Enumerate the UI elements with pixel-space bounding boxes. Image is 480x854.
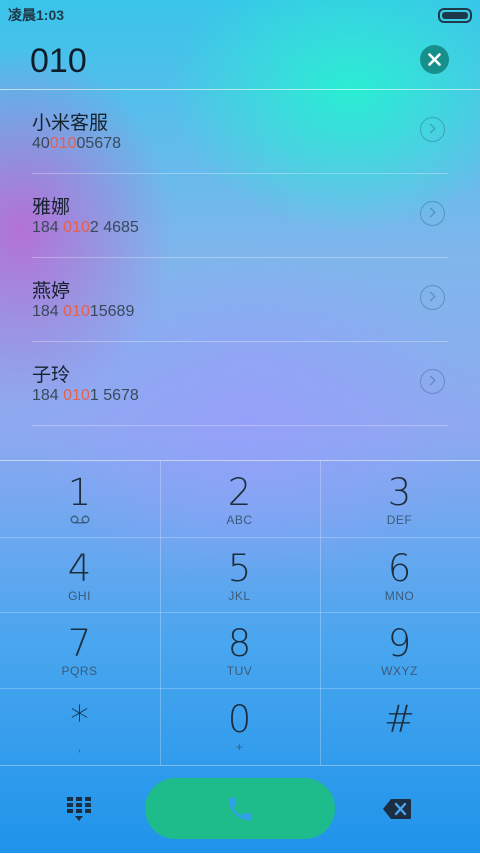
chevron-right-icon[interactable] [420, 369, 445, 394]
key-3[interactable]: 3 DEF [320, 461, 479, 536]
contact-name: 小米客服 [32, 113, 109, 134]
dialpad-toggle-button[interactable] [62, 796, 96, 828]
bottom-bar [0, 765, 480, 854]
contact-number: 184 0101 5678 [32, 387, 139, 404]
number-match: 010 [49, 135, 77, 152]
chevron-right-icon[interactable] [420, 201, 445, 226]
contact-name: 子玲 [32, 365, 71, 386]
key-hash[interactable]: # [320, 688, 479, 763]
contact-row[interactable]: 燕婷 184 01015689 [0, 258, 480, 342]
key-6[interactable]: 6 MNO [320, 537, 479, 612]
dial-input-area[interactable]: 010 [0, 28, 480, 88]
search-results: 小米客服 4001005678 雅娜 184 0102 4685 燕婷 184 … [0, 90, 480, 426]
contact-row[interactable]: 子玲 184 0101 5678 [0, 342, 480, 426]
contact-number: 4001005678 [32, 135, 121, 152]
key-7[interactable]: 7 PQRS [0, 612, 159, 687]
key-4[interactable]: 4 GHI [0, 537, 159, 612]
voicemail-icon [70, 515, 89, 524]
status-time: 凌晨1:03 [8, 7, 65, 23]
key-star[interactable]: * , [0, 688, 159, 763]
contact-number: 184 0102 4685 [32, 219, 139, 236]
contact-number: 184 01015689 [32, 303, 135, 320]
key-0[interactable]: 0 + [160, 688, 319, 763]
contact-row[interactable]: 雅娜 184 0102 4685 [0, 174, 480, 258]
key-8[interactable]: 8 TUV [160, 612, 319, 687]
contact-row[interactable]: 小米客服 4001005678 [0, 90, 480, 174]
status-bar: 凌晨1:03 [0, 0, 480, 28]
phone-icon [228, 797, 252, 820]
call-button[interactable] [145, 778, 335, 839]
contact-name: 雅娜 [32, 197, 71, 218]
backspace-button[interactable] [382, 798, 416, 822]
chevron-right-icon[interactable] [420, 285, 445, 310]
key-5[interactable]: 5 JKL [160, 537, 319, 612]
key-9[interactable]: 9 WXYZ [320, 612, 479, 687]
battery-icon [438, 8, 472, 23]
number-match: 010 [63, 219, 90, 236]
number-match: 010 [63, 387, 90, 404]
number-match: 010 [63, 303, 90, 320]
backspace-icon [383, 799, 411, 819]
dialpad-icon [67, 797, 91, 821]
chevron-right-icon[interactable] [420, 117, 445, 142]
key-1[interactable]: 1 [0, 461, 159, 536]
dial-pad: 1 2 ABC 3 DEF 4 GHI 5 JKL 6 MNO 7 PQRS 8… [0, 460, 480, 765]
contact-name: 燕婷 [32, 281, 71, 302]
close-icon [428, 53, 441, 66]
dialed-number[interactable]: 010 [30, 42, 87, 81]
clear-button[interactable] [420, 45, 449, 74]
key-2[interactable]: 2 ABC [160, 461, 319, 536]
